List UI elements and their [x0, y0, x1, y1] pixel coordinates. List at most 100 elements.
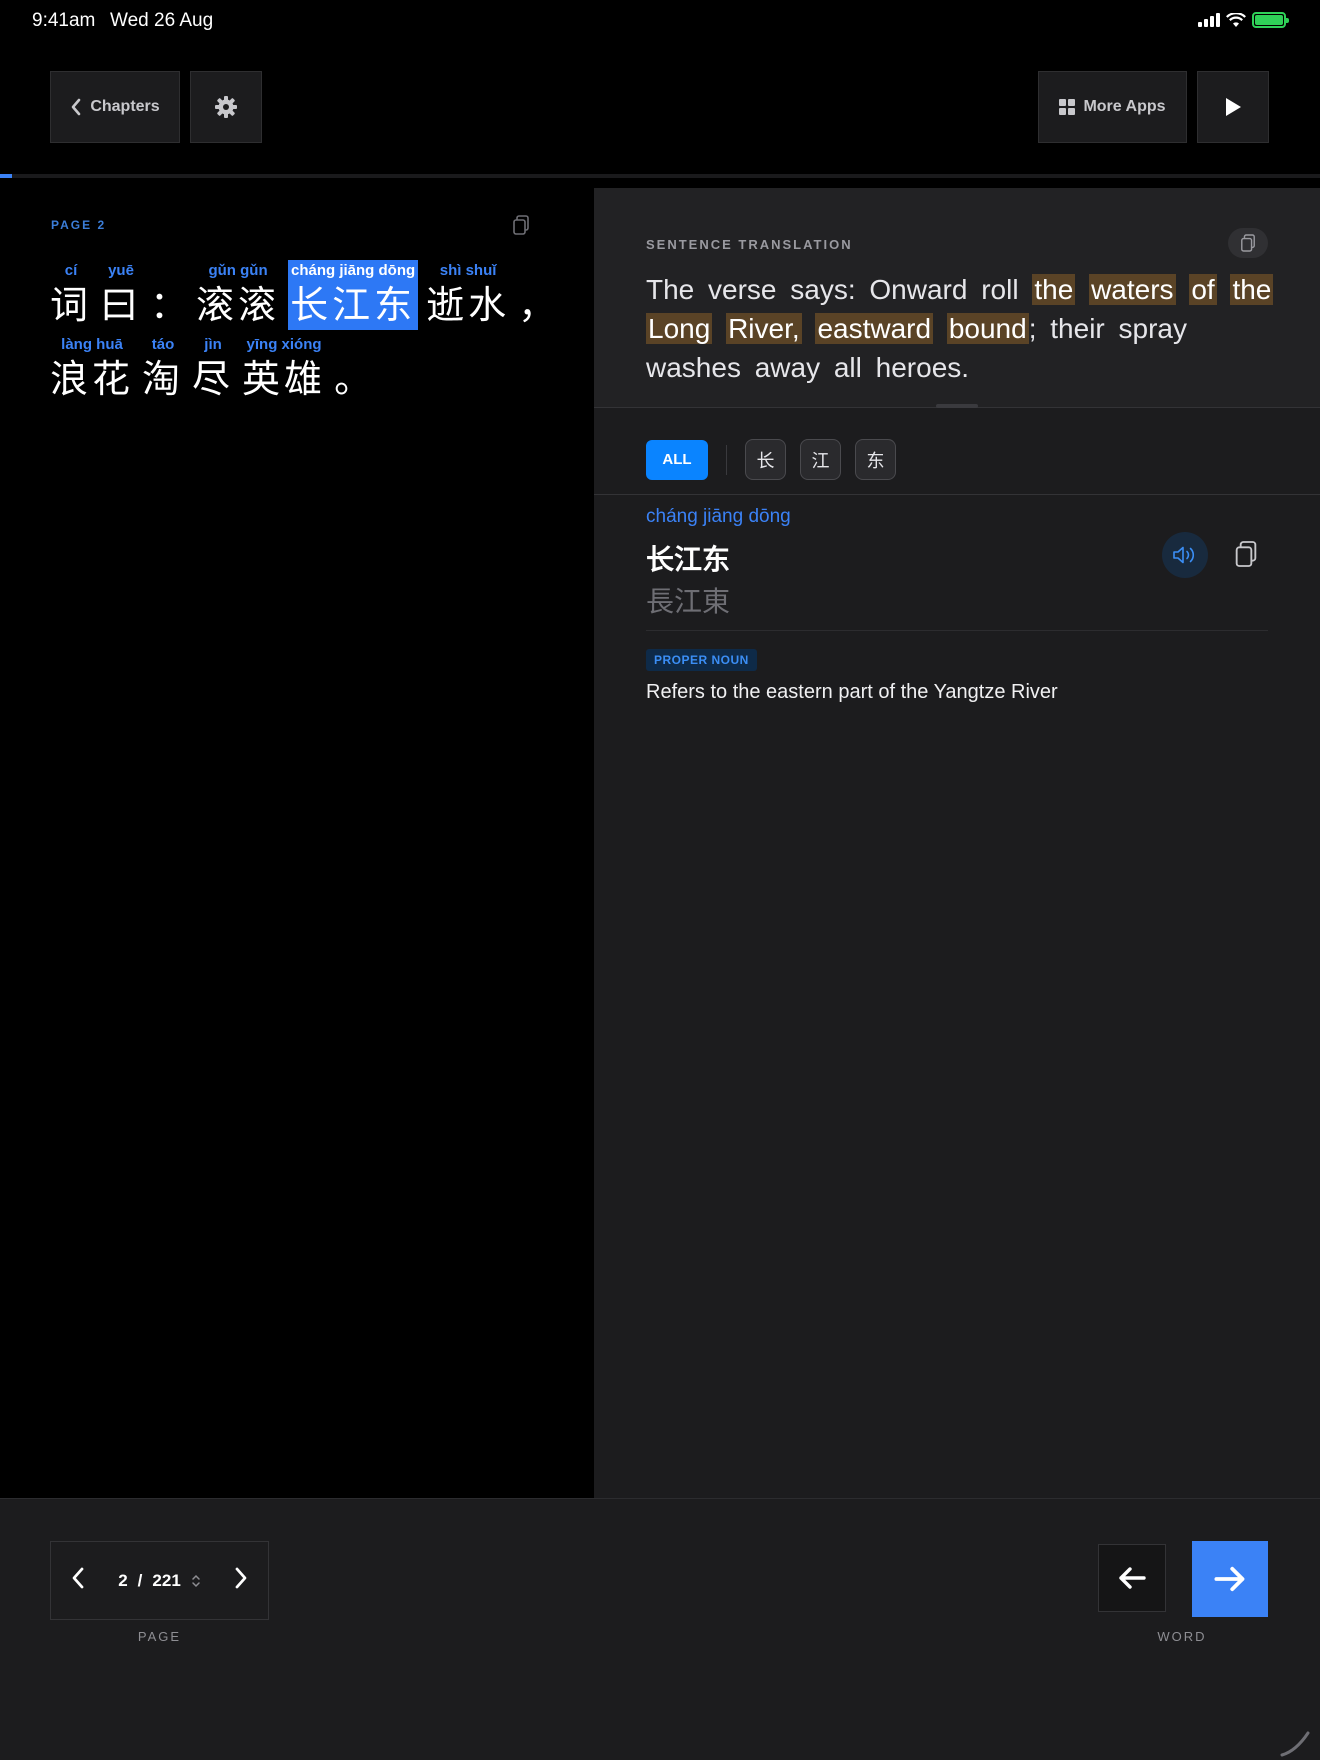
drag-handle[interactable]	[936, 404, 978, 408]
grid-icon	[1059, 99, 1076, 115]
token-hanzi: ，	[518, 285, 557, 327]
chapters-label: Chapters	[90, 98, 160, 115]
filter-char-button[interactable]: 东	[855, 439, 896, 480]
copy-translation-button[interactable]	[1228, 228, 1268, 258]
highlighted-word: River,	[726, 313, 802, 344]
highlighted-word: bound	[946, 313, 1029, 344]
highlighted-word: of	[1189, 274, 1217, 305]
word-caption: WORD	[1157, 1629, 1207, 1644]
word-token[interactable]: làng huā 浪花	[50, 334, 134, 404]
word-token: ：	[150, 260, 188, 330]
token-pinyin: jìn	[204, 336, 222, 353]
play-button[interactable]	[1197, 71, 1269, 143]
page-selector[interactable]: 2 / 221	[118, 1571, 201, 1591]
token-pinyin: cí	[64, 262, 78, 279]
translation-text: The verse says: Onward roll the waters o…	[646, 270, 1276, 387]
word-simplified: 长江东	[646, 544, 731, 575]
chevron-right-icon	[235, 1567, 247, 1589]
token-hanzi: 曰	[100, 285, 143, 327]
token-pinyin: shì shuǐ	[439, 262, 497, 279]
filter-char-list: 长江东	[745, 439, 896, 480]
more-apps-button[interactable]: More Apps	[1038, 71, 1187, 143]
highlighted-word: waters	[1089, 274, 1176, 305]
current-page: 2	[118, 1570, 128, 1590]
status-date: Wed 26 Aug	[110, 10, 214, 31]
divider	[594, 494, 1320, 495]
highlighted-word: the	[1032, 274, 1076, 305]
token-hanzi: ：	[150, 285, 189, 327]
page-navigator: 2 / 221	[50, 1541, 269, 1620]
word-token: 。	[334, 334, 372, 404]
chapters-button[interactable]: Chapters	[50, 71, 180, 143]
word-token-selected[interactable]: cháng jiāng dōng 长江东	[288, 260, 419, 330]
filter-char-button[interactable]: 长	[745, 439, 786, 480]
token-hanzi: 逝水	[426, 285, 511, 327]
prev-word-button[interactable]	[1098, 1544, 1166, 1612]
bottom-bar: 2 / 221 PAGE WORD	[0, 1498, 1320, 1760]
status-icons	[1198, 12, 1289, 28]
translation-label: SENTENCE TRANSLATION	[646, 237, 853, 252]
progress-fill	[0, 174, 12, 178]
token-hanzi: 。	[334, 359, 373, 401]
filter-char-button[interactable]: 江	[800, 439, 841, 480]
reading-progress-bar	[0, 174, 1320, 178]
token-pinyin: yuē	[108, 262, 134, 279]
more-apps-label: More Apps	[1083, 98, 1166, 115]
token-hanzi: 词	[50, 285, 93, 327]
word-definition: Refers to the eastern part of the Yangtz…	[646, 681, 1058, 703]
word-token[interactable]: cí 词	[50, 260, 92, 330]
copy-word-button[interactable]	[1234, 540, 1258, 573]
word-token[interactable]: táo 淘	[142, 334, 184, 404]
word-token[interactable]: jìn 尽	[192, 334, 234, 404]
next-word-button[interactable]	[1192, 1541, 1268, 1617]
speaker-icon	[1173, 546, 1195, 564]
reading-line: làng huā 浪花 táo 淘 jìn 尽 yīng xióng 英雄。	[50, 330, 564, 404]
token-pinyin: cháng jiāng dōng	[290, 262, 416, 279]
play-audio-button[interactable]	[1162, 532, 1208, 578]
highlighted-word: the	[1230, 274, 1274, 305]
filter-all-button[interactable]: ALL	[646, 439, 708, 480]
copy-page-button[interactable]	[512, 215, 530, 240]
word-traditional: 長江東	[646, 586, 731, 617]
token-hanzi: 英雄	[242, 359, 327, 401]
chevron-up-down-icon	[192, 1574, 200, 1587]
copy-icon	[1235, 541, 1257, 567]
prev-page-button[interactable]	[71, 1567, 85, 1594]
word-token[interactable]: yīng xióng 英雄	[242, 334, 326, 404]
divider	[646, 630, 1268, 631]
page-label: PAGE 2	[51, 218, 107, 232]
page-caption: PAGE	[137, 1629, 182, 1644]
token-hanzi: 淘	[142, 359, 185, 401]
translation-before: The verse says: Onward roll	[646, 274, 1033, 305]
part-of-speech-badge: PROPER NOUN	[646, 649, 757, 671]
chevron-left-icon	[72, 1567, 84, 1589]
arrow-right-icon	[1214, 1566, 1245, 1592]
battery-icon	[1252, 12, 1289, 28]
word-token[interactable]: yuē 曰	[100, 260, 142, 330]
total-pages: 221	[152, 1570, 181, 1590]
token-pinyin: gǔn gǔn	[208, 262, 268, 279]
wifi-icon	[1226, 12, 1246, 27]
highlighted-word: eastward	[815, 313, 934, 344]
signal-icon	[1198, 13, 1220, 27]
chevron-left-icon	[72, 98, 81, 116]
filter-separator	[726, 444, 727, 475]
token-pinyin: yīng xióng	[246, 336, 322, 353]
arrow-left-icon	[1119, 1567, 1146, 1589]
token-hanzi: 长江东	[290, 285, 417, 327]
settings-button[interactable]	[190, 71, 262, 143]
next-page-button[interactable]	[234, 1567, 248, 1594]
word-pinyin: cháng jiāng dōng	[646, 506, 791, 527]
token-hanzi: 浪花	[50, 359, 135, 401]
character-filter: ALL 长江东	[646, 439, 896, 480]
token-hanzi: 滚滚	[196, 285, 281, 327]
token-hanzi: 尽	[192, 359, 235, 401]
status-time: 9:41am	[32, 10, 96, 31]
scribble-indicator-icon	[1280, 1731, 1310, 1757]
page-separator: /	[137, 1570, 143, 1590]
word-token[interactable]: shì shuǐ 逝水	[426, 260, 510, 330]
gear-icon	[215, 96, 237, 118]
highlighted-word: Long	[646, 313, 713, 344]
reading-text: cí 词 yuē 曰： gǔn gǔn 滚滚 cháng jiāng dōng 长江东 shì …	[50, 256, 564, 404]
word-token[interactable]: gǔn gǔn 滚滚	[196, 260, 280, 330]
